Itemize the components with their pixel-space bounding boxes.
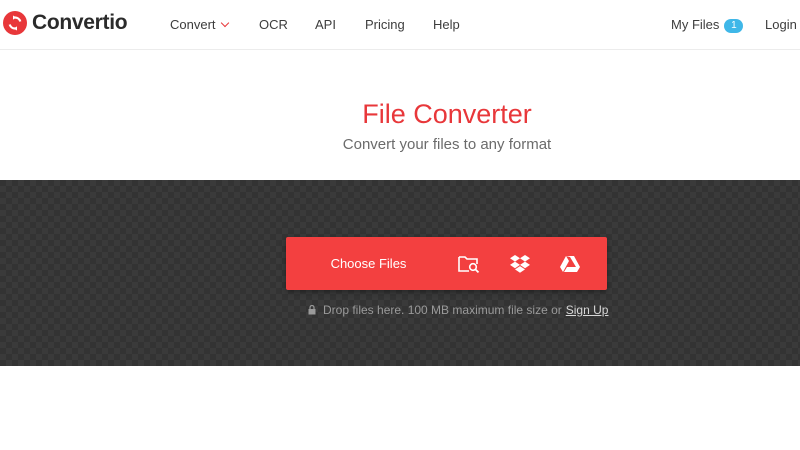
nav-login[interactable]: Login <box>765 17 797 33</box>
chevron-down-icon <box>220 18 229 28</box>
google-drive-icon <box>560 255 580 272</box>
my-files-count-badge: 1 <box>724 19 744 33</box>
nav-api[interactable]: API <box>315 17 336 33</box>
folder-search-icon <box>458 255 480 273</box>
nav-my-files[interactable]: My Files 1 <box>671 17 744 34</box>
convertio-logo[interactable]: Convertio <box>3 11 128 35</box>
sign-up-link[interactable]: Sign Up <box>566 303 609 317</box>
nav-help[interactable]: Help <box>433 17 460 33</box>
from-computer-button[interactable] <box>444 237 494 290</box>
top-navbar: Convertio Convert OCR API Pricing Help M… <box>0 0 800 50</box>
lock-icon <box>308 305 316 315</box>
drop-hint: Drop files here. 100 MB maximum file siz… <box>308 303 608 317</box>
page-subtitle: Convert your files to any format <box>342 136 552 153</box>
my-files-label: My Files <box>671 17 720 32</box>
brand-name: Convertio <box>32 11 128 34</box>
drop-hint-text: Drop files here. 100 MB maximum file siz… <box>323 303 562 317</box>
from-google-drive-button[interactable] <box>545 237 595 290</box>
from-dropbox-button[interactable] <box>495 237 545 290</box>
upload-button-group: Choose Files <box>286 237 607 290</box>
nav-pricing[interactable]: Pricing <box>365 17 405 33</box>
nav-convert-label: Convert <box>170 17 216 32</box>
choose-files-button[interactable]: Choose Files <box>286 237 451 290</box>
page-title: File Converter <box>362 99 532 129</box>
nav-convert-dropdown[interactable]: Convert <box>170 17 229 33</box>
nav-ocr[interactable]: OCR <box>259 17 288 33</box>
convertio-logo-icon <box>3 11 27 35</box>
dropbox-icon <box>510 254 530 273</box>
